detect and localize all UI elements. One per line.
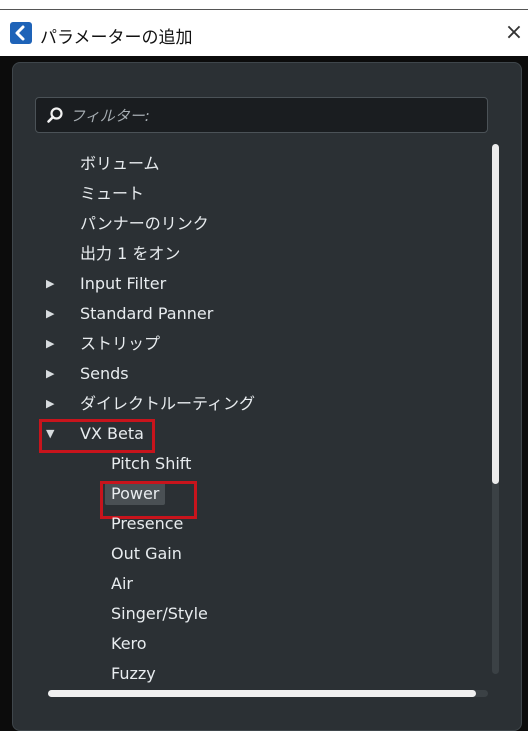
- tree-item-label: ミュート: [80, 184, 145, 203]
- tree-item-air[interactable]: Air: [111, 569, 133, 599]
- tree-item-label: Singer/Style: [111, 604, 208, 623]
- expand-arrow-icon[interactable]: ▶: [46, 389, 66, 419]
- tree-item-label: パンナーのリンク: [80, 214, 209, 233]
- tree-item-label: Pitch Shift: [111, 454, 192, 473]
- tree-item-label: ストリップ: [80, 334, 161, 353]
- highlight-box-vx-beta: [39, 419, 155, 453]
- search-icon: [46, 106, 64, 124]
- expand-arrow-icon[interactable]: ▶: [46, 329, 66, 359]
- tree-item-label: ダイレクトルーティング: [80, 394, 256, 413]
- tree-item-label: Standard Panner: [80, 304, 214, 323]
- expand-arrow-icon[interactable]: ▶: [46, 299, 66, 329]
- title-bar: パラメーターの追加 ×: [0, 10, 528, 56]
- tree-item-standard-panner[interactable]: ▶ Standard Panner: [46, 299, 213, 329]
- tree-item-label: Kero: [111, 634, 147, 653]
- tree-item-label: Presence: [111, 514, 184, 533]
- tree-item-label: Sends: [80, 364, 129, 383]
- horizontal-scrollbar-thumb[interactable]: [48, 690, 476, 697]
- vertical-scrollbar-thumb[interactable]: [492, 144, 499, 484]
- tree-item-singer-style[interactable]: Singer/Style: [111, 599, 208, 629]
- tree-item-direct-routing[interactable]: ▶ ダイレクトルーティング: [46, 389, 255, 419]
- expand-arrow-icon[interactable]: ▶: [46, 359, 66, 389]
- tree-item-input-filter[interactable]: ▶ Input Filter: [46, 269, 166, 299]
- dialog-body: フィルター: ボリューム ミュート パンナーのリンク 出力 1 をオン ▶ In…: [0, 56, 528, 731]
- tree-item-label: Air: [111, 574, 133, 593]
- tree-item-label: Fuzzy: [111, 664, 156, 683]
- tree-item-kero[interactable]: Kero: [111, 629, 147, 659]
- expand-arrow-icon[interactable]: ▶: [46, 269, 66, 299]
- tree-item-fuzzy[interactable]: Fuzzy: [111, 659, 156, 689]
- tree-item-mute[interactable]: ミュート: [80, 179, 144, 209]
- tree-item-output-1-on[interactable]: 出力 1 をオン: [80, 239, 180, 269]
- tree-item-label: Input Filter: [80, 274, 167, 293]
- tree-item-out-gain[interactable]: Out Gain: [111, 539, 182, 569]
- tree-item-presence[interactable]: Presence: [111, 509, 183, 539]
- window-title: パラメーターの追加: [40, 28, 193, 48]
- tree-item-label: Out Gain: [111, 544, 182, 563]
- app-logo-icon: [10, 22, 32, 44]
- filter-input[interactable]: フィルター:: [35, 97, 488, 133]
- tree-item-label: ボリューム: [80, 154, 160, 173]
- tree-item-panner-link[interactable]: パンナーのリンク: [80, 209, 209, 239]
- tree-item-pitch-shift[interactable]: Pitch Shift: [111, 449, 191, 479]
- tree-item-label: 出力 1 をオン: [80, 244, 181, 263]
- close-button[interactable]: ×: [500, 18, 528, 48]
- tree-item-volume[interactable]: ボリューム: [80, 149, 160, 179]
- filter-placeholder: フィルター:: [70, 107, 150, 125]
- tree-item-sends[interactable]: ▶ Sends: [46, 359, 129, 389]
- tree-item-strip[interactable]: ▶ ストリップ: [46, 329, 160, 359]
